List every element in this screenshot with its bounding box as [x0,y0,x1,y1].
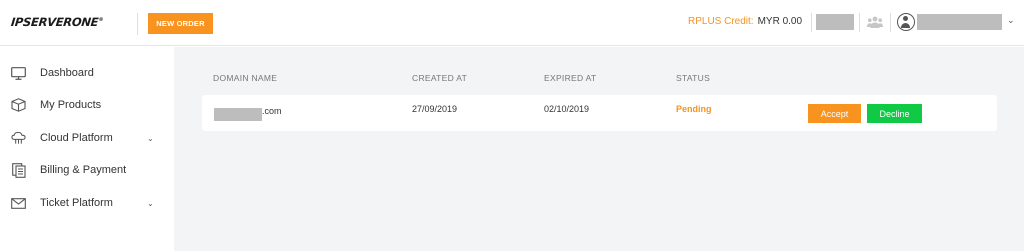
logo-trademark: ® [98,17,104,24]
sidebar: Dashboard My Products Cloud Platform ⌄ B… [0,47,174,251]
chevron-down-icon[interactable]: ⌄ [147,134,154,143]
envelope-icon [11,196,26,210]
sidebar-item-cloud-platform[interactable]: Cloud Platform ⌄ [0,124,174,152]
sidebar-item-ticket-platform[interactable]: Ticket Platform ⌄ [0,189,174,217]
monitor-icon [11,66,26,80]
redacted-domain [214,108,262,121]
team-icon[interactable] [867,16,883,28]
logo-text: IPSERVERONE [10,15,100,29]
divider [859,13,860,32]
divider [811,13,812,32]
column-header-domain-name: DOMAIN NAME [213,73,278,83]
chevron-down-icon[interactable]: ⌄ [1007,15,1015,26]
created-at-value: 27/09/2019 [412,104,458,114]
brand-logo[interactable]: IPSERVERONE® [10,15,103,29]
expired-at-value: 02/10/2019 [544,104,590,114]
cloud-icon [11,131,26,145]
sidebar-item-label: Billing & Payment [40,164,127,176]
billing-icon [11,162,26,178]
table-row: .com 27/09/2019 02/10/2019 Pending Accep… [202,95,997,131]
sidebar-item-dashboard[interactable]: Dashboard [0,59,174,87]
sidebar-item-label: Cloud Platform [40,132,113,144]
domain-suffix: .com [262,106,282,116]
sidebar-item-billing-payment[interactable]: Billing & Payment [0,156,174,184]
column-header-created-at: CREATED AT [412,73,468,83]
main-content: DOMAIN NAME CREATED AT EXPIRED AT STATUS… [174,47,1024,251]
sidebar-item-my-products[interactable]: My Products [0,91,174,119]
column-header-status: STATUS [676,73,711,83]
sidebar-item-label: Dashboard [40,67,94,79]
divider [137,13,138,35]
decline-button[interactable]: Decline [867,104,922,123]
new-order-button[interactable]: NEW ORDER [148,13,213,34]
box-icon [11,98,26,112]
sidebar-item-label: Ticket Platform [40,197,113,209]
chevron-down-icon[interactable]: ⌄ [147,199,154,208]
credit-value: MYR 0.00 [757,16,803,27]
redacted-username[interactable] [917,14,1002,30]
user-avatar-icon[interactable] [897,13,915,31]
accept-button[interactable]: Accept [808,104,861,123]
redacted-account-id [816,14,854,30]
sidebar-item-label: My Products [40,99,102,111]
divider [890,13,891,32]
status-badge: Pending [676,104,712,114]
top-bar: IPSERVERONE® NEW ORDER RPLUS Credit: MYR … [0,0,1024,46]
column-header-expired-at: EXPIRED AT [544,73,597,83]
credit-label: RPLUS Credit: [688,16,754,27]
credit-display: RPLUS Credit: MYR 0.00 [688,16,802,27]
